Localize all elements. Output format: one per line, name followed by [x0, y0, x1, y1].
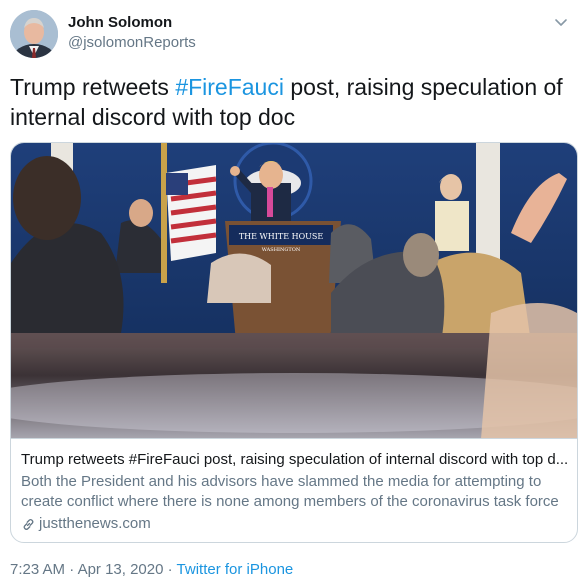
display-name[interactable]: John Solomon: [68, 13, 196, 33]
avatar-photo-icon: [10, 10, 58, 58]
tweet-time[interactable]: 7:23 AM: [10, 561, 65, 578]
user-handle[interactable]: @jsolomonReports: [68, 33, 196, 53]
link-icon: [23, 518, 34, 530]
hashtag-link[interactable]: #FireFauci: [175, 74, 284, 100]
podium-subsign: WASHINGTON: [262, 247, 301, 253]
author-names: John Solomon @jsolomonReports: [68, 13, 196, 53]
tweet-header: John Solomon @jsolomonReports: [10, 10, 575, 58]
card-image[interactable]: THE WHITE HOUSE WASHINGTON: [11, 143, 577, 439]
card-domain[interactable]: justthenews.com: [21, 514, 569, 534]
meta-separator: ·: [65, 561, 78, 578]
tweet-meta: 7:23 AM · Apr 13, 2020 · Twitter for iPh…: [10, 560, 293, 580]
tweet-date[interactable]: Apr 13, 2020: [78, 561, 164, 578]
card-domain-text[interactable]: justthenews.com: [39, 514, 151, 534]
tweet-text-before: Trump retweets: [10, 74, 176, 100]
press-briefing-photo-icon: THE WHITE HOUSE WASHINGTON: [11, 143, 577, 438]
podium-sign: THE WHITE HOUSE: [239, 232, 324, 241]
avatar[interactable]: [10, 10, 58, 58]
card-body: Trump retweets #FireFauci post, raising …: [21, 450, 569, 534]
link-card[interactable]: THE WHITE HOUSE WASHINGTON Trump retweet…: [10, 142, 578, 543]
tweet-text: Trump retweets #FireFauci post, raising …: [10, 72, 575, 132]
chevron-down-icon[interactable]: [553, 14, 569, 30]
card-title[interactable]: Trump retweets #FireFauci post, raising …: [21, 450, 569, 470]
card-description: Both the President and his advisors have…: [21, 473, 559, 510]
tweet-source-link[interactable]: Twitter for iPhone: [177, 561, 294, 578]
meta-separator: ·: [163, 561, 177, 578]
